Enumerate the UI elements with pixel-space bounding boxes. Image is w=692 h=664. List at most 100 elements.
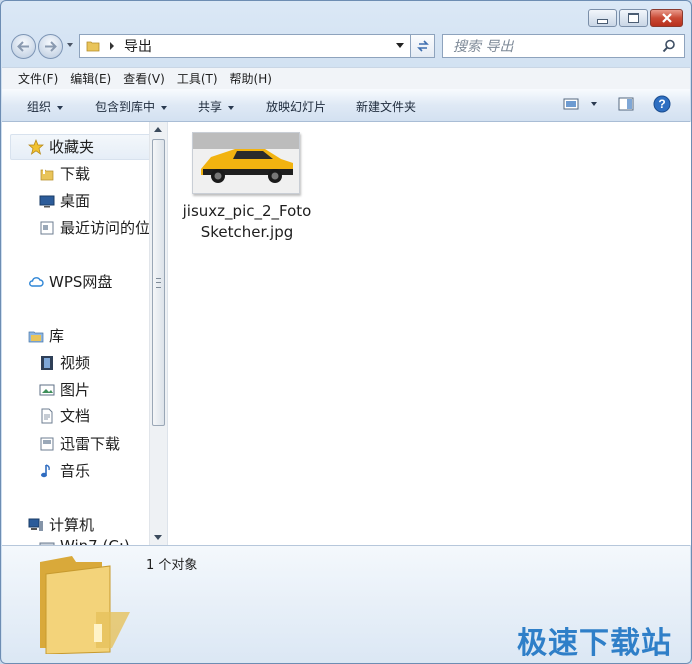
watermark-text: 极速下载站 xyxy=(517,626,672,661)
nav-documents-label: 文档 xyxy=(60,407,91,425)
chevron-down-icon xyxy=(57,105,64,110)
nav-computer[interactable]: 计算机 xyxy=(28,514,94,535)
breadcrumb-current[interactable]: 导出 xyxy=(124,36,152,56)
menu-view[interactable]: 查看(V) xyxy=(123,70,165,87)
nav-pictures[interactable]: 图片 xyxy=(39,379,90,400)
chevron-down-icon xyxy=(591,102,597,106)
folder-icon xyxy=(86,41,100,52)
slideshow-label: 放映幻灯片 xyxy=(266,100,327,114)
nav-wps-label: WPS网盘 xyxy=(49,273,113,291)
menu-bar: 文件(F) 编辑(E) 查看(V) 工具(T) 帮助(H) xyxy=(2,67,690,90)
nav-downloads[interactable]: 下载 xyxy=(39,163,90,184)
refresh-button[interactable] xyxy=(411,34,435,58)
maximize-icon xyxy=(628,13,639,23)
nav-videos[interactable]: 视频 xyxy=(39,352,90,373)
chevron-down-icon xyxy=(161,105,168,110)
share-label: 共享 xyxy=(198,100,223,114)
nav-xunlei[interactable]: 迅雷下载 xyxy=(39,433,120,454)
share-button[interactable]: 共享 xyxy=(198,98,235,115)
nav-recent[interactable]: 最近访问的位 xyxy=(39,217,150,238)
menu-tools[interactable]: 工具(T) xyxy=(177,70,218,87)
nav-libraries[interactable]: 库 xyxy=(28,325,64,346)
minimize-icon xyxy=(597,18,608,24)
nav-libraries-label: 库 xyxy=(49,327,65,345)
explorer-window: 导出 搜索 导出 文件(F) 编辑(E) 查看(V) 工具(T) 帮助(H) 组… xyxy=(0,0,692,664)
nav-favorites-label: 收藏夹 xyxy=(49,138,95,156)
menu-help[interactable]: 帮助(H) xyxy=(230,70,272,87)
view-thumbnail-icon xyxy=(563,98,579,110)
back-button[interactable] xyxy=(11,34,36,59)
organize-button[interactable]: 组织 xyxy=(27,98,64,115)
nav-computer-label: 计算机 xyxy=(49,516,95,534)
svg-text:?: ? xyxy=(658,97,665,111)
command-bar: 组织 包含到库中 共享 放映幻灯片 新建文件夹 ? xyxy=(2,89,690,122)
nav-recent-label: 最近访问的位 xyxy=(60,219,151,237)
back-arrow-icon xyxy=(17,41,29,52)
file-list-pane[interactable]: jisuxz_pic_2_FotoSketcher.jpg xyxy=(167,122,691,545)
desktop-icon xyxy=(39,195,55,207)
nav-music[interactable]: 音乐 xyxy=(39,460,90,481)
refresh-icon xyxy=(416,40,429,52)
include-in-library-button[interactable]: 包含到库中 xyxy=(95,98,168,115)
recent-places-icon xyxy=(40,221,54,234)
new-folder-button[interactable]: 新建文件夹 xyxy=(356,98,416,115)
file-name[interactable]: jisuxz_pic_2_FotoSketcher.jpg xyxy=(180,201,314,243)
menu-edit[interactable]: 编辑(E) xyxy=(70,70,111,87)
navigation-pane: 收藏夹 下载 桌面 最近访问的位 WPS网盘 库 视频 图片 文档 迅雷下载 音… xyxy=(2,122,166,545)
organize-label: 组织 xyxy=(27,100,52,114)
forward-arrow-icon xyxy=(45,41,57,52)
new-folder-label: 新建文件夹 xyxy=(356,100,417,114)
breadcrumb-arrow-icon[interactable] xyxy=(108,41,116,51)
address-dropdown-chevron-down-icon[interactable] xyxy=(396,43,404,49)
nav-desktop[interactable]: 桌面 xyxy=(39,190,90,211)
drive-icon xyxy=(39,542,55,545)
cloud-icon xyxy=(29,276,44,287)
forward-button[interactable] xyxy=(38,34,63,59)
preview-pane-icon xyxy=(618,97,634,111)
star-icon xyxy=(28,138,44,155)
nav-pictures-label: 图片 xyxy=(60,381,91,399)
scroll-up-icon[interactable] xyxy=(154,127,162,132)
picture-icon xyxy=(39,384,55,395)
recent-pages-chevron-down-icon[interactable] xyxy=(67,43,73,47)
car-image-thumbnail xyxy=(193,133,299,193)
view-options-button[interactable] xyxy=(563,97,597,111)
caption-buttons xyxy=(588,9,683,27)
navigation-scrollbar[interactable] xyxy=(149,122,167,545)
scroll-down-icon[interactable] xyxy=(154,535,162,540)
search-input[interactable]: 搜索 导出 xyxy=(453,36,662,56)
search-box[interactable]: 搜索 导出 xyxy=(442,34,685,58)
menu-file[interactable]: 文件(F) xyxy=(18,70,58,87)
details-pane: 1 个对象 极速下载站 xyxy=(2,545,690,663)
library-icon xyxy=(28,331,44,342)
xunlei-folder-icon xyxy=(40,437,54,450)
maximize-button[interactable] xyxy=(619,9,648,27)
computer-icon xyxy=(28,518,43,531)
nav-drive-label: Win7 (C:) xyxy=(60,537,130,545)
nav-downloads-label: 下载 xyxy=(60,165,91,183)
nav-wps[interactable]: WPS网盘 xyxy=(28,271,112,292)
file-thumbnail[interactable] xyxy=(192,132,300,194)
grip-icon xyxy=(156,278,161,288)
nav-music-label: 音乐 xyxy=(60,462,91,480)
scrollbar-thumb[interactable] xyxy=(152,139,165,426)
nav-desktop-label: 桌面 xyxy=(60,192,91,210)
minimize-button[interactable] xyxy=(588,9,617,27)
folder-icon xyxy=(40,556,130,654)
preview-pane-button[interactable] xyxy=(618,97,634,114)
help-button[interactable]: ? xyxy=(653,95,671,116)
nav-drive-c[interactable]: Win7 (C:) xyxy=(39,537,130,545)
search-icon[interactable] xyxy=(662,39,676,53)
nav-favorites[interactable]: 收藏夹 xyxy=(28,136,94,157)
download-folder-icon xyxy=(40,167,54,180)
address-bar[interactable]: 导出 xyxy=(79,34,411,58)
document-icon xyxy=(41,408,53,423)
close-icon xyxy=(661,13,672,23)
nav-documents[interactable]: 文档 xyxy=(39,405,90,426)
nav-xunlei-label: 迅雷下载 xyxy=(60,435,121,453)
slideshow-button[interactable]: 放映幻灯片 xyxy=(266,98,326,115)
music-icon xyxy=(41,463,50,477)
close-button[interactable] xyxy=(650,9,683,27)
item-count: 1 个对象 xyxy=(146,558,198,573)
nav-videos-label: 视频 xyxy=(60,354,91,372)
